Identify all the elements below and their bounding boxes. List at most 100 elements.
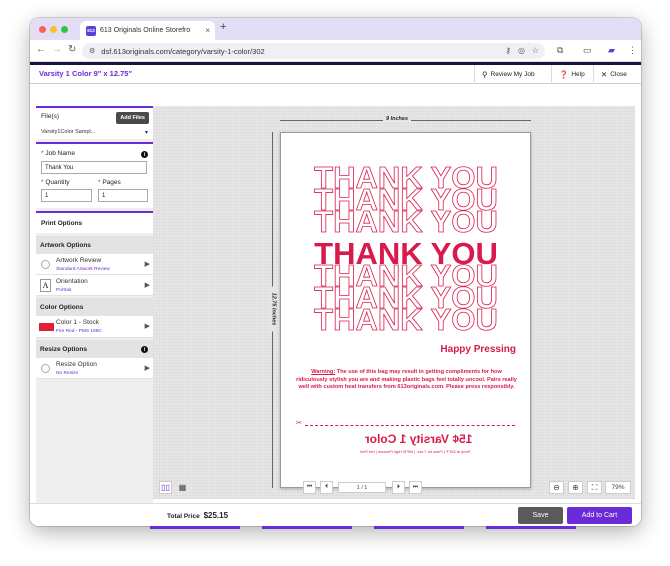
url-field[interactable]: ⚙ dsf.613originals.com/category/varsity-… [82,43,545,59]
menu-kebab-icon[interactable]: ⋮ [628,45,637,56]
thank-you-line: THANK YOU [314,204,498,239]
review-job-button[interactable]: ⚲ Review My Job [474,65,555,84]
color-label: Color 1 - Stock [56,319,99,326]
bookmark-star-icon[interactable]: ☆ [532,46,539,55]
warning-title: Warning: [311,369,336,375]
orientation-value: Portrait [56,288,72,293]
password-key-icon[interactable]: ⚷ [505,46,511,55]
total-price-value: $25.15 [203,511,229,520]
sidebar-icon[interactable]: ▭ [583,45,592,56]
chevron-right-icon[interactable]: ▶ [145,364,150,372]
back-icon[interactable]: ← [36,44,46,55]
first-page-icon[interactable]: ⏮ [303,481,316,494]
resize-label: Resize Option [56,361,97,368]
resize-option[interactable]: Resize Option No Resize ▶ [36,358,153,379]
grid-view-icon[interactable]: ▦ [176,481,189,494]
review-job-label: Review My Job [490,71,535,78]
minimize-window-button[interactable] [50,26,57,33]
width-label: 9 Inches [383,116,412,122]
footer-bar: Total Price $25.15 Save Add to Cart [30,503,641,526]
orientation-label: Orientation [56,278,88,285]
color-swatch [39,323,54,331]
help-label: Help [571,71,585,78]
close-window-button[interactable] [39,26,46,33]
tab-close-icon[interactable]: × [205,26,215,35]
info-icon[interactable]: i [141,346,148,353]
extensions-icon[interactable]: ⧉ [557,45,563,56]
fit-to-screen-icon[interactable]: ⛶ [587,481,602,494]
print-options-label: Print Options [41,219,83,227]
last-page-icon[interactable]: ⏭ [409,481,422,494]
artwork-page: THANK YOU THANK YOU THANK YOU THANK YOU … [280,132,531,488]
address-bar-row: ← → ↻ ⚙ dsf.613originals.com/category/va… [30,40,641,62]
add-files-button[interactable]: Add Files [116,112,149,124]
page-indicator[interactable]: 1 / 1 [338,482,386,493]
close-button[interactable]: ✕ Close [593,65,641,84]
total-price: Total Price $25.15 [167,511,228,520]
artwork-options-label: Artwork Options [40,241,91,249]
product-title: Varsity 1 Color 9" x 12.75" [39,69,132,78]
artwork-review-label: Artwork Review [56,257,102,264]
artwork-review-option[interactable]: Artwork Review Standard Artwork Review ▶ [36,254,153,275]
preview-canvas: 9 Inches 12.75 Inches THANK YOU THANK YO… [153,106,635,499]
browser-window: 613 613 Originals Online Storefro × + ← … [30,18,641,526]
bg-nav-tab [150,526,240,529]
thank-you-stack: THANK YOU THANK YOU THANK YOU THANK YOU … [314,160,499,333]
eye-off-icon[interactable]: ◎ [518,46,525,55]
color-option[interactable]: Color 1 - Stock Fire Red - PMS 199C ▶ [36,316,153,338]
single-page-view-icon[interactable]: ▯▯ [159,481,172,494]
chevron-right-icon[interactable]: ▶ [145,322,150,330]
color-options-header: Color Options [36,298,153,316]
happy-pressing-text: Happy Pressing [440,344,516,355]
add-to-cart-button[interactable]: Add to Cart [567,507,632,524]
zoom-in-icon[interactable]: ⊕ [568,481,583,494]
zoom-out-icon[interactable]: ⊖ [549,481,564,494]
info-icon[interactable]: i [141,151,148,158]
artwork-review-radio[interactable] [41,260,50,269]
maximize-window-button[interactable] [61,26,68,33]
site-settings-icon[interactable]: ⚙ [89,47,95,55]
quantity-input[interactable]: 1 [41,189,92,202]
mirrored-transfer-instructions: Temp at 325°F | Press for 7 sec. | 60PSI… [359,450,471,454]
resize-value: No Resize [56,371,79,376]
tab-strip: 613 613 Originals Online Storefro × + [30,18,641,40]
next-page-icon[interactable]: ⏵ [392,481,405,494]
options-sidebar: File(s) Add Files Varsity1Color Sampl...… [36,106,153,508]
reload-icon[interactable]: ↻ [68,44,76,55]
zoom-level[interactable]: 79% [605,481,631,494]
app-header: Varsity 1 Color 9" x 12.75" ⚲ Review My … [30,65,641,84]
help-button[interactable]: ❓ Help [551,65,593,84]
chevron-right-icon[interactable]: ▶ [145,260,150,268]
bg-nav-tab [262,526,352,529]
chevron-down-icon[interactable]: ▾ [145,129,148,136]
orientation-option[interactable]: A Orientation Portrait ▶ [36,275,153,296]
cut-line [305,425,515,426]
profile-icon[interactable]: ▰ [608,45,615,56]
files-section: File(s) Add Files Varsity1Color Sampl...… [36,106,153,139]
quantity-label: * Quantity [41,179,70,186]
close-label: Close [610,71,627,78]
forward-icon[interactable]: → [52,44,62,55]
height-label: 12.75 Inches [270,286,277,332]
previous-page-icon[interactable]: ⏴ [320,481,333,494]
files-label: File(s) [41,113,60,120]
color-options-label: Color Options [40,303,84,311]
search-icon: ⚲ [482,70,488,79]
scissors-icon: ✂ [296,420,302,427]
file-select[interactable]: Varsity1Color Sampl... [41,129,95,135]
save-button[interactable]: Save [518,507,563,524]
thank-you-line: THANK YOU [314,302,498,333]
browser-tab[interactable]: 613 613 Originals Online Storefro × [80,21,215,40]
resize-radio[interactable] [41,364,50,373]
portrait-orientation-icon: A [40,279,51,292]
total-price-label: Total Price [167,513,200,520]
artwork-options-header: Artwork Options [36,236,153,254]
pages-input[interactable]: 1 [98,189,148,202]
new-tab-icon[interactable]: + [220,21,226,33]
print-options-header: Print Options [36,211,153,233]
warning-paragraph: Warning: The use of this bag may result … [295,369,518,392]
chevron-right-icon[interactable]: ▶ [145,281,150,289]
favicon-icon: 613 [86,25,96,36]
artwork-review-value: Standard Artwork Review [56,267,110,272]
job-name-input[interactable]: Thank You [41,161,147,174]
